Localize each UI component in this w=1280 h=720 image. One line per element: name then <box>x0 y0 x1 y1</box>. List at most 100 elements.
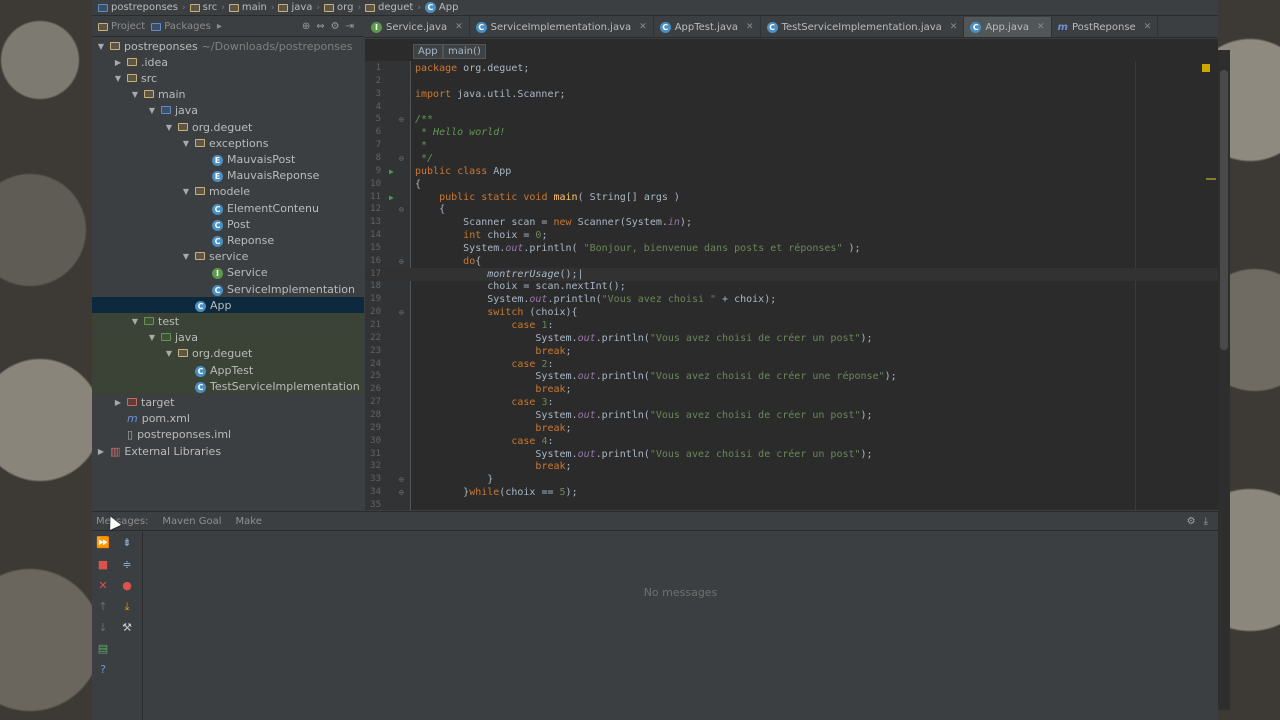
tree-item[interactable]: ▼ java <box>92 103 364 119</box>
code-line: 24 case 2: <box>365 358 1218 371</box>
export-icon[interactable]: ⤓ <box>120 600 134 614</box>
tree-item[interactable]: C TestServiceImplementation <box>92 378 364 395</box>
breadcrumb-item[interactable]: src <box>189 2 217 13</box>
tree-item[interactable]: ▼ test <box>92 313 364 330</box>
hide-icon[interactable]: ⇥ <box>346 21 354 32</box>
tree-item[interactable]: ▼ exceptions <box>92 135 364 151</box>
tree-item[interactable]: ▼ src <box>92 70 364 86</box>
tree-item[interactable]: ▶ .idea <box>92 54 364 70</box>
fold-icon[interactable]: ⊖ <box>399 113 404 126</box>
tree-item[interactable]: C AppTest <box>92 362 364 378</box>
collapse-icon[interactable]: ⇔ <box>316 21 324 32</box>
chevron-down-icon[interactable]: ▼ <box>181 139 191 148</box>
tree-item[interactable]: ▼ service <box>92 249 364 265</box>
tree-item[interactable]: ▯ postreponses.iml <box>92 427 364 443</box>
chevron-down-icon[interactable]: ▼ <box>181 252 191 261</box>
empty-state-text: No messages <box>643 586 718 599</box>
tab-project[interactable]: Project <box>98 21 145 32</box>
breadcrumb-method[interactable]: main() <box>443 44 486 59</box>
sync-icon[interactable]: ⊕ <box>302 21 310 32</box>
breadcrumb-item[interactable]: org <box>324 2 353 13</box>
chevron-right-icon[interactable]: ▸ <box>217 21 222 32</box>
tree-item[interactable]: ▼ org.deguet <box>92 345 364 362</box>
tree-item[interactable]: E MauvaisReponse <box>92 168 364 184</box>
previous-icon[interactable]: ↑ <box>96 600 110 614</box>
breadcrumb-item[interactable]: C App <box>424 2 458 13</box>
close-icon[interactable]: ✕ <box>1144 22 1152 32</box>
chevron-down-icon[interactable]: ▼ <box>164 123 174 132</box>
chevron-down-icon[interactable]: ▼ <box>164 349 174 358</box>
tree-item[interactable]: ▼ java <box>92 329 364 346</box>
fold-icon[interactable]: ⊖ <box>399 473 404 486</box>
tree-item[interactable]: ▼ org.deguet <box>92 119 364 135</box>
tab-packages[interactable]: Packages <box>151 21 211 32</box>
tree-item[interactable]: C ElementContenu <box>92 200 364 216</box>
chevron-down-icon[interactable]: ▼ <box>96 42 106 51</box>
rerun-icon[interactable]: ⏩ <box>96 536 110 550</box>
tree-item[interactable]: ▶ target <box>92 394 364 410</box>
tree-item[interactable]: ▶ ▥ External Libraries <box>92 443 364 459</box>
editor-tab[interactable]: C ServiceImplementation.java ✕ <box>470 17 654 37</box>
error-filter-icon[interactable]: ● <box>120 579 134 593</box>
breadcrumb-class[interactable]: App <box>413 44 443 59</box>
tab-make[interactable]: Make <box>236 516 262 527</box>
tab-messages[interactable]: Messages: <box>96 516 148 527</box>
gear-icon[interactable]: ⚙ <box>1187 516 1196 527</box>
breadcrumb-item[interactable]: postreponses <box>98 2 178 13</box>
editor-tab[interactable]: C AppTest.java ✕ <box>654 17 761 37</box>
next-icon[interactable]: ↓ <box>96 621 110 635</box>
close-icon[interactable]: ✕ <box>746 22 754 32</box>
run-gutter-icon[interactable]: ▶ <box>389 165 394 178</box>
breadcrumb-item[interactable]: main <box>228 2 267 13</box>
fold-icon[interactable]: ⊖ <box>399 486 404 499</box>
close-icon[interactable]: ✕ <box>96 579 110 593</box>
tree-item[interactable]: C ServiceImplementation <box>92 281 364 297</box>
hide-panel-icon[interactable]: ⤓ <box>1204 516 1208 527</box>
fold-icon[interactable]: ⊖ <box>399 203 404 216</box>
tab-maven-goal[interactable]: Maven Goal <box>162 516 221 527</box>
close-icon[interactable]: ✕ <box>950 22 958 32</box>
editor-tab[interactable]: C App.java ✕ <box>964 17 1052 37</box>
tree-item[interactable]: C Post <box>92 216 364 232</box>
help-icon[interactable]: ? <box>96 663 110 677</box>
expand-all-icon[interactable]: ⇟ <box>120 536 134 550</box>
chevron-down-icon[interactable]: ▼ <box>147 106 157 115</box>
settings-icon[interactable]: ⚒ <box>120 621 134 635</box>
code-editor[interactable]: 1 package org.deguet; 2 3 import java.util.S… <box>365 61 1218 510</box>
editor-tab[interactable]: I Service.java ✕ <box>365 17 470 37</box>
editor-tab[interactable]: m PostReponse ✕ <box>1052 17 1159 37</box>
close-icon[interactable]: ✕ <box>1037 22 1045 32</box>
vertical-scrollbar[interactable] <box>1218 50 1230 710</box>
close-icon[interactable]: ✕ <box>639 22 647 32</box>
stop-icon[interactable]: ■ <box>96 558 110 572</box>
pin-icon[interactable]: ▤ <box>96 642 110 656</box>
chevron-down-icon[interactable]: ▼ <box>130 90 140 99</box>
tree-item[interactable]: I Service <box>92 265 364 281</box>
fold-icon[interactable]: ⊖ <box>399 255 404 268</box>
tree-item[interactable]: C Reponse <box>92 232 364 248</box>
tree-item[interactable]: ▼ main <box>92 87 364 103</box>
chevron-down-icon[interactable]: ▼ <box>130 317 140 326</box>
scrollbar-thumb[interactable] <box>1220 70 1228 350</box>
run-gutter-icon[interactable]: ▶ <box>389 191 394 204</box>
breadcrumb-item[interactable]: deguet <box>365 2 413 13</box>
editor-tab[interactable]: C TestServiceImplementation.java ✕ <box>761 17 965 37</box>
tree-item[interactable]: ▼ postreponses ~/Downloads/postreponses <box>92 38 364 54</box>
tree-item[interactable]: ▼ modele <box>92 184 364 200</box>
chevron-right-icon[interactable]: ▶ <box>96 447 106 456</box>
gear-icon[interactable]: ⚙ <box>331 21 340 32</box>
fold-icon[interactable]: ⊖ <box>399 152 404 165</box>
tree-item[interactable]: C App <box>92 297 364 314</box>
close-icon[interactable]: ✕ <box>455 22 463 32</box>
collapse-all-icon[interactable]: ≑ <box>120 558 134 572</box>
chevron-down-icon[interactable]: ▼ <box>181 187 191 196</box>
code-text: switch (choix){ <box>487 307 578 319</box>
chevron-down-icon[interactable]: ▼ <box>147 333 157 342</box>
tree-item[interactable]: E MauvaisPost <box>92 151 364 167</box>
chevron-down-icon[interactable]: ▼ <box>113 74 123 83</box>
chevron-right-icon[interactable]: ▶ <box>113 58 123 67</box>
chevron-right-icon[interactable]: ▶ <box>113 398 123 407</box>
fold-icon[interactable]: ⊖ <box>399 306 404 319</box>
tree-item[interactable]: m pom.xml <box>92 411 364 427</box>
breadcrumb-item[interactable]: java <box>278 2 312 13</box>
